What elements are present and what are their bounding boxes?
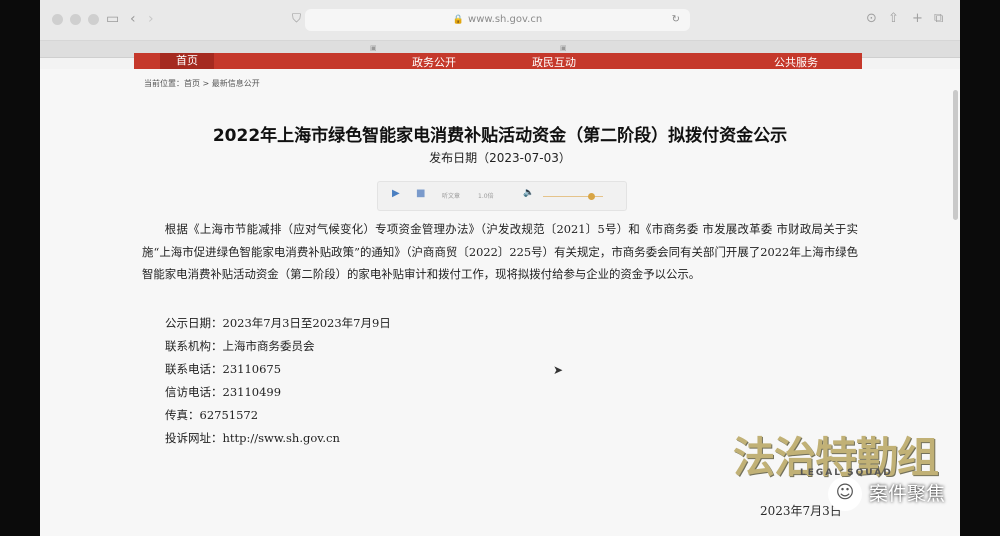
listen-label: 听文章 [442, 193, 461, 200]
download-icon[interactable]: ⊙ [866, 11, 877, 26]
publicity-period: 公示日期：2023年7月3日至2023年7月9日 [165, 316, 391, 330]
article-body: 根据《上海市节能减排（应对气候变化）专项资金管理办法》（沪发改规范〔2021〕5… [142, 222, 858, 281]
nav-item-public-service[interactable]: 公共服务 [774, 54, 818, 69]
tab-4-icon: ▣ [560, 44, 567, 52]
contact-phone: 联系电话：23110675 [165, 362, 282, 376]
close-window-button[interactable] [52, 14, 63, 25]
minimize-window-button[interactable] [70, 14, 81, 25]
back-icon[interactable]: ‹ [130, 11, 136, 27]
stop-icon[interactable]: ■ [416, 188, 425, 199]
publish-date: 发布日期（2023-07-03） [429, 151, 571, 165]
volume-icon: 🔈 [523, 188, 535, 198]
sidebar-icon[interactable]: ▭ [106, 11, 119, 27]
nav-item-home[interactable]: 首页 [160, 53, 214, 69]
tab-overview-icon[interactable]: ⧉ [934, 11, 943, 26]
speed-select[interactable]: 1.0倍 [478, 191, 494, 200]
tab-3[interactable]: ▣ [370, 44, 377, 52]
volume-slider-handle[interactable] [588, 193, 595, 200]
broadcast-date-stamp: 2023年7月3日 [760, 504, 842, 518]
audio-player: ▶ ■ 听文章 1.0倍 🔈 [377, 181, 627, 211]
mouse-cursor-icon: ➤ [553, 363, 564, 377]
address-bar[interactable]: 🔒 www.sh.gov.cn ↻ [305, 9, 690, 31]
petition-phone: 信访电话：23110499 [165, 385, 282, 399]
shield-icon[interactable]: ⛉ [292, 11, 301, 26]
complaint-url[interactable]: 投诉网址：http://sww.sh.gov.cn [165, 430, 340, 446]
url-text: www.sh.gov.cn [468, 14, 543, 25]
maximize-window-button[interactable] [88, 14, 99, 25]
tab-3-icon: ▣ [370, 44, 377, 52]
lock-icon: 🔒 [452, 15, 465, 25]
share-icon[interactable]: ⇧ [888, 11, 899, 26]
reload-icon[interactable]: ↻ [672, 9, 680, 31]
new-tab-icon[interactable]: + [912, 11, 923, 26]
wechat-account-name: 案件聚焦 [869, 483, 946, 505]
nav-item-gov-info[interactable]: 政务公开 [412, 54, 456, 69]
nav-item-interaction[interactable]: 政民互动 [532, 54, 576, 69]
scrollbar[interactable] [953, 90, 958, 220]
forward-icon[interactable]: › [148, 11, 154, 27]
article-title: 2022年上海市绿色智能家电消费补贴活动资金（第二阶段）拟拨付资金公示 [212, 126, 788, 146]
browser-toolbar: ▭ ‹ › ⛉ 🔒 www.sh.gov.cn ↻ ⊙ ⇧ + ⧉ [40, 0, 960, 41]
breadcrumb: 当前位置：首页 > 最新信息公开 [144, 79, 260, 88]
wechat-icon: ☺ [828, 477, 862, 511]
fax: 传真：62751572 [165, 408, 259, 422]
play-icon[interactable]: ▶ [392, 188, 400, 199]
contact-organization: 联系机构：上海市商务委员会 [165, 339, 315, 353]
tab-4[interactable]: ▣ [560, 44, 567, 52]
site-navigation: 首页 政务公开 政民互动 公共服务 [134, 53, 862, 69]
